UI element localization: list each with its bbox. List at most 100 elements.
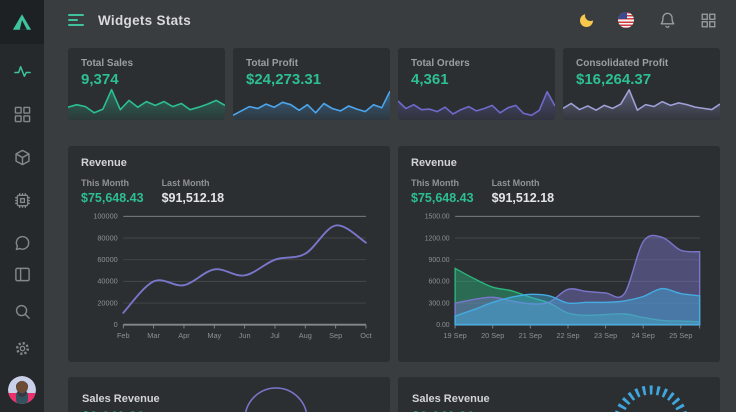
- panel-title: Revenue: [81, 157, 377, 169]
- apps-grid-icon: [701, 13, 716, 28]
- svg-text:Aug: Aug: [299, 331, 312, 340]
- svg-text:20 Sep: 20 Sep: [481, 331, 504, 340]
- svg-text:300.00: 300.00: [429, 300, 450, 307]
- sidebar-nav-top: [13, 62, 31, 252]
- svg-text:Jul: Jul: [270, 331, 280, 340]
- sidebar-item-activity[interactable]: [13, 62, 31, 80]
- this-month-label: This Month: [411, 178, 474, 188]
- sidebar: [0, 0, 44, 412]
- svg-text:1200.00: 1200.00: [425, 235, 450, 242]
- sparkline-chart: [563, 84, 720, 120]
- us-flag-icon: [618, 12, 634, 28]
- circle-gauge-chart: [236, 377, 316, 412]
- svg-text:40000: 40000: [97, 277, 117, 286]
- svg-text:21 Sep: 21 Sep: [519, 331, 542, 340]
- svg-text:25 Sep: 25 Sep: [669, 331, 692, 340]
- svg-text:600.00: 600.00: [429, 279, 450, 286]
- charts-row: Revenue This Month $75,648.43 Last Month…: [68, 146, 720, 362]
- stat-label: Consolidated Profit: [576, 58, 668, 69]
- svg-text:0: 0: [114, 320, 118, 329]
- menu-toggle-button[interactable]: [68, 14, 84, 26]
- revenue-area-chart[interactable]: 0.00 300.00 600.00 900.00 1200.00 1500.00 19 S…: [411, 207, 707, 349]
- sparkline-chart: [233, 84, 390, 120]
- search-icon: [14, 303, 31, 320]
- notifications-button[interactable]: [659, 12, 676, 29]
- svg-text:100000: 100000: [93, 212, 118, 221]
- stat-card-total-sales[interactable]: Total Sales 9,374: [68, 48, 225, 120]
- topbar: Widgets Stats: [44, 0, 736, 40]
- apps-button[interactable]: [701, 13, 716, 28]
- svg-text:60000: 60000: [97, 255, 117, 264]
- svg-text:19 Sep: 19 Sep: [443, 331, 466, 340]
- stat-label: Total Profit: [246, 58, 298, 69]
- svg-text:80000: 80000: [97, 233, 117, 242]
- svg-text:20000: 20000: [97, 298, 117, 307]
- svg-text:900.00: 900.00: [429, 257, 450, 264]
- revenue-line-chart[interactable]: 0 20000 40000 60000 80000 100000 Feb Mar Apr May J…: [81, 207, 377, 349]
- last-month-label: Last Month: [162, 178, 225, 188]
- user-avatar[interactable]: [8, 376, 36, 404]
- sidebar-item-layout[interactable]: [13, 265, 31, 283]
- last-month-value: $91,512.18: [162, 191, 225, 205]
- avatar-image: [8, 376, 36, 404]
- box-icon: [14, 149, 31, 166]
- stat-card-total-orders[interactable]: Total Orders 4,361: [398, 48, 555, 120]
- last-month-label: Last Month: [492, 178, 555, 188]
- sidebar-item-widgets[interactable]: [13, 105, 31, 123]
- sidebar-nav-bottom: [8, 265, 36, 412]
- sales-revenue-card-2: Sales Revenue $9,641.26: [398, 377, 720, 412]
- svg-text:Sep: Sep: [329, 331, 342, 340]
- svg-text:Mar: Mar: [147, 331, 160, 340]
- panel-title: Revenue: [411, 157, 707, 169]
- card-title: Sales Revenue: [82, 393, 376, 405]
- revenue-area-panel: Revenue This Month $75,648.43 Last Month…: [398, 146, 720, 362]
- this-month-label: This Month: [81, 178, 144, 188]
- last-month-value: $91,512.18: [492, 191, 555, 205]
- chat-bubble-icon: [14, 235, 31, 252]
- grid-icon: [14, 106, 31, 123]
- svg-text:Apr: Apr: [178, 331, 190, 340]
- sparkline-chart: [398, 84, 555, 120]
- topbar-actions: [580, 12, 716, 29]
- svg-text:Oct: Oct: [360, 331, 371, 340]
- svg-text:Jun: Jun: [239, 331, 251, 340]
- page-title: Widgets Stats: [98, 13, 191, 28]
- sidebar-item-settings[interactable]: [13, 339, 31, 357]
- revenue-line-panel: Revenue This Month $75,648.43 Last Month…: [68, 146, 390, 362]
- sidebar-item-system[interactable]: [13, 191, 31, 209]
- sparkline-chart: [68, 84, 225, 120]
- svg-text:Feb: Feb: [117, 331, 130, 340]
- hamburger-icon: [68, 14, 84, 16]
- triangle-logo-icon: [12, 13, 32, 31]
- svg-text:23 Sep: 23 Sep: [594, 331, 617, 340]
- cpu-icon: [14, 192, 31, 209]
- svg-text:22 Sep: 22 Sep: [556, 331, 579, 340]
- sidebar-item-chat[interactable]: [13, 234, 31, 252]
- stat-label: Total Orders: [411, 58, 470, 69]
- this-month-value: $75,648.43: [81, 191, 144, 205]
- language-button[interactable]: [618, 12, 634, 28]
- svg-text:24 Sep: 24 Sep: [632, 331, 655, 340]
- bell-icon: [659, 12, 676, 29]
- stat-card-total-profit[interactable]: Total Profit $24,273.31: [233, 48, 390, 120]
- stat-label: Total Sales: [81, 58, 133, 69]
- app-root: Widgets Stats Total Sales 9,374: [0, 0, 736, 412]
- stats-row: Total Sales 9,374 Total Profit $24,273.3…: [68, 48, 720, 120]
- tick-ring-gauge-chart: [606, 377, 696, 412]
- content: Total Sales 9,374 Total Profit $24,273.3…: [44, 40, 736, 412]
- revenue-summary: This Month $75,648.43 Last Month $91,512…: [81, 178, 377, 205]
- theme-toggle-button[interactable]: [580, 14, 593, 27]
- sidebar-item-packages[interactable]: [13, 148, 31, 166]
- svg-text:0.00: 0.00: [436, 322, 450, 329]
- revenue-summary: This Month $75,648.43 Last Month $91,512…: [411, 178, 707, 205]
- gear-icon: [14, 340, 31, 357]
- sidebar-item-search[interactable]: [13, 302, 31, 320]
- layout-panel-icon: [14, 266, 31, 283]
- stat-card-consolidated-profit[interactable]: Consolidated Profit $16,264.37: [563, 48, 720, 120]
- moon-icon: [580, 14, 593, 27]
- bottom-row: Sales Revenue $9,641.26 Sales Revenue $9…: [68, 377, 720, 412]
- svg-text:1500.00: 1500.00: [425, 214, 450, 221]
- svg-text:May: May: [207, 331, 221, 340]
- app-logo[interactable]: [0, 0, 44, 44]
- activity-icon: [14, 63, 31, 80]
